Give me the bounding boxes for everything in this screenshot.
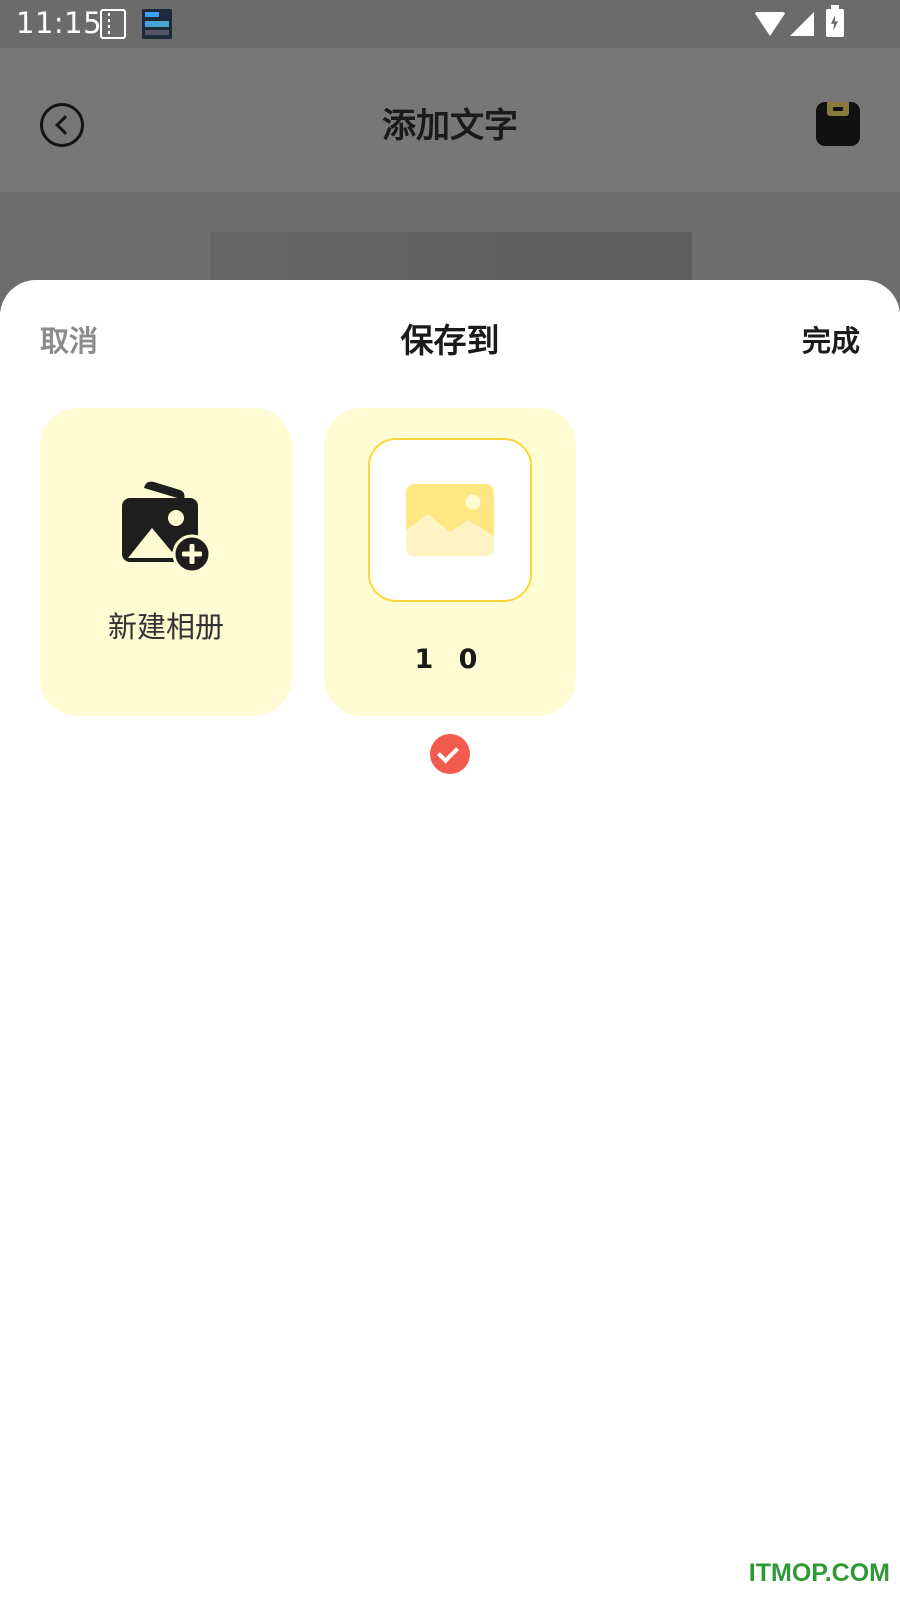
save-icon-button[interactable] [816, 102, 860, 146]
status-bar: 11:15 [0, 0, 900, 48]
top-app-bar: 添加文字 [0, 48, 900, 192]
selected-check-icon [430, 734, 470, 774]
battery-charging-icon [826, 5, 844, 37]
new-album-label: 新建相册 [107, 610, 224, 644]
clock-widget-notification-icon [142, 9, 172, 39]
album-thumbnail [368, 438, 532, 602]
done-button[interactable]: 完成 [802, 318, 860, 360]
status-time: 11:15 [16, 6, 103, 40]
notebook-notification-icon [100, 9, 126, 39]
signal-icon [790, 12, 814, 36]
add-album-icon [122, 481, 212, 572]
album-card[interactable]: 1 0 [324, 408, 576, 716]
sheet-title: 保存到 [400, 321, 500, 360]
image-placeholder-icon [406, 484, 494, 556]
new-album-card[interactable]: 新建相册 [40, 408, 292, 716]
save-to-sheet: 取消 保存到 完成 新建相册 1 0 [0, 280, 900, 1600]
wifi-icon [754, 12, 786, 36]
watermark: ITMOP.COM [748, 1559, 890, 1587]
album-name: 1 0 [414, 644, 486, 675]
page-title: 添加文字 [382, 106, 518, 146]
